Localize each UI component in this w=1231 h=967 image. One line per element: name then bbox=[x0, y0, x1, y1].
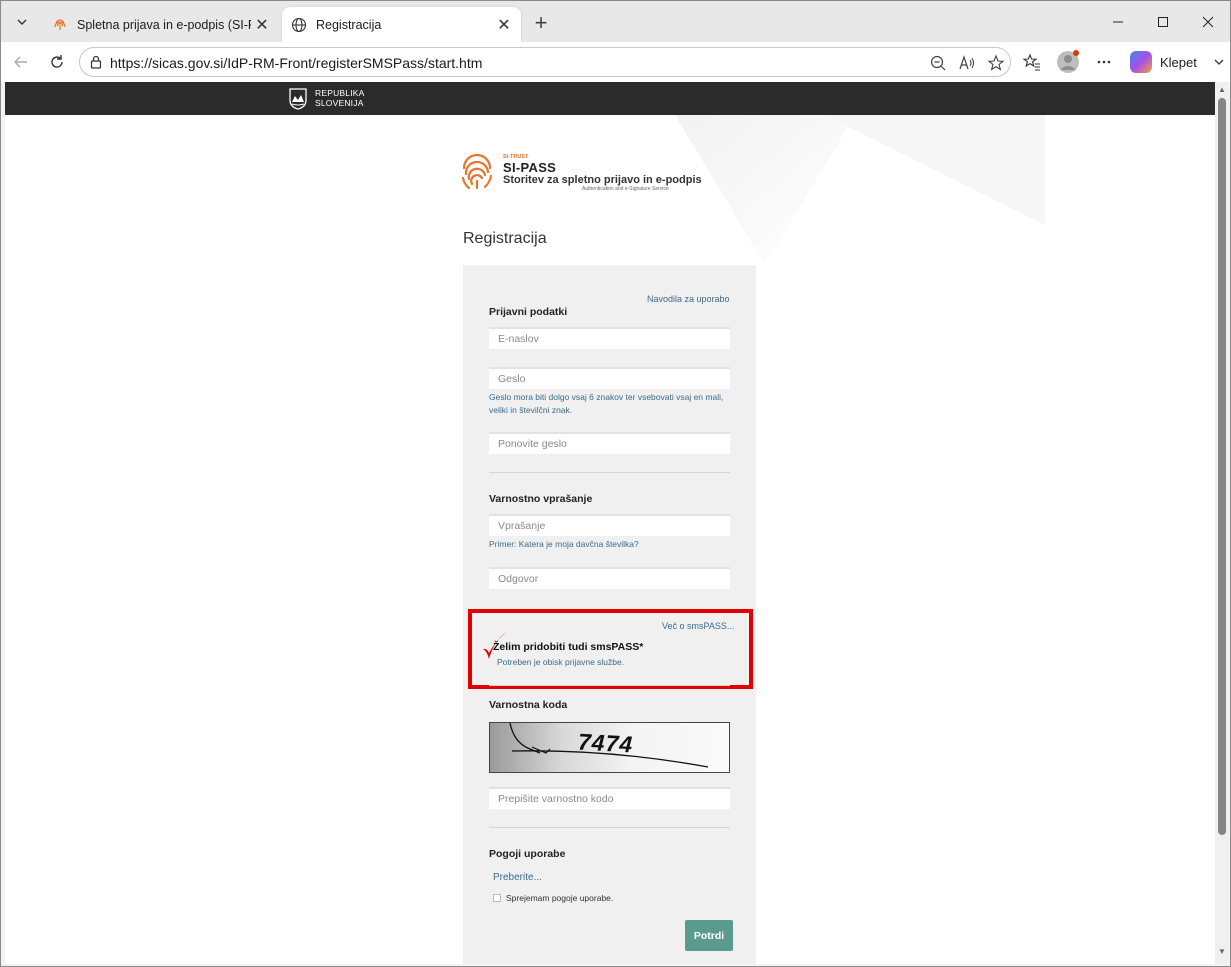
page-title: Registracija bbox=[463, 230, 547, 247]
smspass-more-link[interactable]: Več o smsPASS... bbox=[662, 621, 734, 631]
submit-button[interactable]: Potrdi bbox=[685, 920, 733, 951]
captcha-section-heading: Varnostna koda bbox=[489, 699, 568, 711]
scroll-up-icon[interactable]: ▲ bbox=[1218, 86, 1226, 94]
fingerprint-logo-icon bbox=[461, 154, 493, 190]
tab-sipass[interactable]: Spletna prijava in e-podpis (SI-PAS ✕ bbox=[43, 7, 279, 42]
favorite-star-icon[interactable] bbox=[985, 52, 1007, 74]
fingerprint-icon bbox=[52, 17, 68, 33]
brand-english: Authentication and e-Signature Service bbox=[582, 186, 669, 192]
password-hint: Geslo mora biti dolgo vsaj 6 znakov ter … bbox=[489, 392, 724, 415]
url-text: https://sicas.gov.si/IdP-RM-Front/regist… bbox=[110, 55, 483, 71]
captcha-field[interactable] bbox=[489, 787, 730, 809]
favorites-icon bbox=[1022, 53, 1040, 71]
question-field[interactable] bbox=[489, 514, 730, 536]
more-dots-icon bbox=[1097, 60, 1111, 64]
copilot-button[interactable]: Klepet bbox=[1124, 47, 1226, 77]
tab-title: Spletna prijava in e-podpis (SI-PAS bbox=[77, 17, 251, 32]
password-input[interactable] bbox=[489, 369, 730, 389]
copilot-icon bbox=[1130, 51, 1152, 73]
more-options-button[interactable] bbox=[1090, 48, 1118, 76]
slovenia-coat-of-arms-icon bbox=[289, 88, 307, 110]
favorites-button[interactable] bbox=[1018, 48, 1046, 76]
terms-section-heading: Pogoji uporabe bbox=[489, 848, 566, 860]
chevron-down-icon bbox=[1214, 59, 1224, 65]
email-input[interactable] bbox=[489, 329, 730, 349]
avatar-icon bbox=[1057, 50, 1079, 73]
password-field[interactable] bbox=[489, 367, 730, 389]
captcha-image: 7474 bbox=[489, 722, 730, 773]
close-window-button[interactable] bbox=[1185, 1, 1231, 42]
browser-window: Spletna prijava in e-podpis (SI-PAS ✕ Re… bbox=[0, 0, 1231, 967]
smspass-note: Potreben je obisk prijavne službe. bbox=[497, 657, 625, 667]
background-decoration bbox=[675, 115, 1045, 265]
government-header-bar: REPUBLIKA SLOVENIJA bbox=[5, 82, 1215, 115]
browser-toolbar: https://sicas.gov.si/IdP-RM-Front/regist… bbox=[1, 42, 1230, 82]
scrollbar-thumb[interactable] bbox=[1218, 98, 1226, 835]
back-arrow-icon bbox=[14, 56, 27, 68]
globe-icon bbox=[291, 17, 307, 33]
repeat-password-field[interactable] bbox=[489, 432, 730, 454]
maximize-button[interactable] bbox=[1140, 1, 1186, 42]
guide-link[interactable]: Navodila za uporabo bbox=[647, 294, 730, 304]
captcha-code: 7474 bbox=[577, 728, 634, 758]
repeat-password-input[interactable] bbox=[489, 434, 730, 454]
gov-line-1: REPUBLIKA bbox=[315, 88, 365, 98]
tab-registracija[interactable]: Registracija ✕ bbox=[282, 7, 521, 42]
divider bbox=[489, 685, 730, 686]
read-aloud-icon[interactable] bbox=[956, 52, 978, 74]
brand-name: SI-PASS bbox=[503, 160, 557, 175]
profile-button[interactable] bbox=[1054, 48, 1082, 76]
maximize-icon bbox=[1158, 16, 1168, 27]
terms-read-link[interactable]: Preberite... bbox=[493, 872, 542, 883]
refresh-icon bbox=[51, 55, 63, 68]
lock-icon bbox=[90, 55, 102, 69]
question-input[interactable] bbox=[489, 516, 730, 536]
tab-strip: Spletna prijava in e-podpis (SI-PAS ✕ Re… bbox=[1, 1, 1230, 42]
terms-checkbox[interactable] bbox=[493, 894, 501, 902]
brand-subtitle: Storitev za spletno prijavo in e-podpis bbox=[503, 174, 702, 186]
refresh-button[interactable] bbox=[43, 48, 71, 76]
question-hint: Primer: Katera je moja davčna številka? bbox=[489, 539, 639, 549]
close-tab-icon[interactable]: ✕ bbox=[493, 14, 515, 36]
answer-input[interactable] bbox=[489, 569, 730, 589]
chevron-down-icon bbox=[17, 19, 27, 25]
scroll-down-icon[interactable]: ▼ bbox=[1218, 948, 1226, 956]
divider bbox=[489, 827, 730, 828]
tab-actions-menu[interactable] bbox=[9, 9, 35, 35]
address-bar[interactable]: https://sicas.gov.si/IdP-RM-Front/regist… bbox=[79, 47, 1011, 77]
page-scrollbar[interactable]: ▲ ▼ bbox=[1215, 82, 1229, 964]
terms-accept-label: Sprejemam pogoje uporabe. bbox=[506, 893, 614, 903]
copilot-label: Klepet bbox=[1160, 54, 1197, 70]
smspass-checkbox-label[interactable]: Želim pridobiti tudi smsPASS* bbox=[493, 641, 643, 653]
answer-field[interactable] bbox=[489, 567, 730, 589]
page-viewport: REPUBLIKA SLOVENIJA SI-TRUST SI-PASS Sto… bbox=[5, 82, 1215, 964]
security-section-heading: Varnostno vprašanje bbox=[489, 493, 593, 505]
new-tab-button[interactable]: + bbox=[528, 10, 554, 36]
close-tab-icon[interactable]: ✕ bbox=[251, 14, 273, 36]
tab-title: Registracija bbox=[316, 17, 382, 32]
captcha-input[interactable] bbox=[489, 789, 730, 809]
registration-form: Navodila za uporabo Prijavni podatki Ges… bbox=[463, 265, 756, 964]
gov-line-2: SLOVENIJA bbox=[315, 98, 364, 108]
minimize-button[interactable] bbox=[1095, 1, 1141, 42]
sipass-logo: SI-TRUST SI-PASS Storitev za spletno pri… bbox=[460, 154, 702, 194]
close-icon bbox=[1202, 16, 1214, 27]
email-field[interactable] bbox=[489, 327, 730, 349]
zoom-icon[interactable] bbox=[927, 52, 949, 74]
back-button[interactable] bbox=[7, 48, 35, 76]
government-label: REPUBLIKA SLOVENIJA bbox=[315, 88, 365, 108]
login-section-heading: Prijavni podatki bbox=[489, 306, 568, 318]
divider bbox=[489, 472, 730, 473]
minimize-icon bbox=[1113, 21, 1123, 22]
